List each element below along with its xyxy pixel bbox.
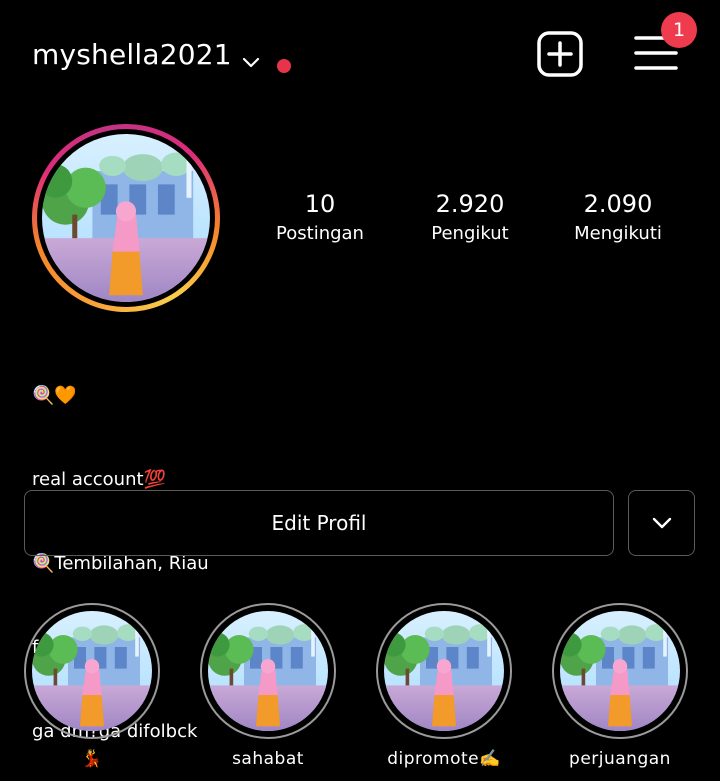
highlight-ring	[552, 603, 688, 739]
highlight-cover	[560, 611, 680, 731]
story-highlight[interactable]: 💃	[22, 603, 162, 771]
highlight-label: perjuangan	[569, 749, 671, 769]
bio-line: 🍭🧡	[32, 385, 77, 406]
status-dot	[277, 59, 291, 73]
avatar[interactable]	[32, 124, 220, 312]
highlight-ring	[24, 603, 160, 739]
stat-followers-value: 2.920	[435, 190, 505, 218]
stat-posts[interactable]: 10 Postingan	[250, 188, 390, 246]
highlight-label: dipromote✍️	[387, 749, 501, 769]
stat-following-label: Mengikuti	[574, 223, 662, 244]
stat-followers[interactable]: 2.920 Pengikut	[400, 188, 540, 246]
highlight-ring	[376, 603, 512, 739]
stat-posts-label: Postingan	[276, 223, 364, 244]
username-title[interactable]: myshella2021	[32, 38, 232, 71]
highlight-label: 💃	[81, 749, 103, 769]
story-highlight[interactable]: sahabat	[198, 603, 338, 771]
highlight-ring	[200, 603, 336, 739]
story-highlight[interactable]: perjuangan	[550, 603, 690, 771]
story-highlight[interactable]: dipromote✍️	[374, 603, 514, 771]
suggestions-dropdown-button[interactable]	[628, 490, 695, 556]
highlight-label: sahabat	[232, 749, 304, 769]
highlight-cover	[32, 611, 152, 731]
edit-profile-button[interactable]: Edit Profil	[24, 490, 614, 556]
avatar-photo	[42, 134, 210, 302]
stat-following[interactable]: 2.090 Mengikuti	[548, 188, 688, 246]
chevron-down-icon[interactable]	[242, 56, 260, 68]
stat-following-value: 2.090	[583, 190, 653, 218]
notification-badge[interactable]: 1	[661, 12, 697, 48]
chevron-down-icon	[652, 517, 671, 529]
stat-followers-label: Pengikut	[431, 223, 509, 244]
highlight-cover	[208, 611, 328, 731]
highlight-cover	[384, 611, 504, 731]
stat-posts-value: 10	[304, 190, 336, 218]
plus-square-icon[interactable]	[536, 30, 584, 78]
